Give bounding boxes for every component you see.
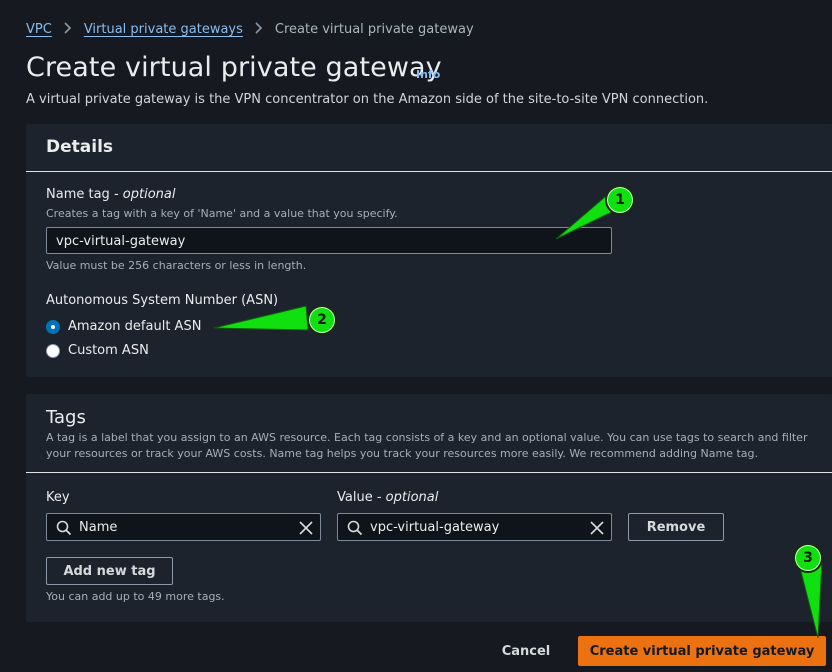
callout-2-badge: 2 — [307, 305, 337, 335]
callout-2-pointer — [213, 305, 309, 331]
callout-3-badge: 3 — [793, 543, 823, 573]
callout-1-badge: 1 — [605, 185, 635, 215]
callout-arrows — [213, 195, 823, 639]
